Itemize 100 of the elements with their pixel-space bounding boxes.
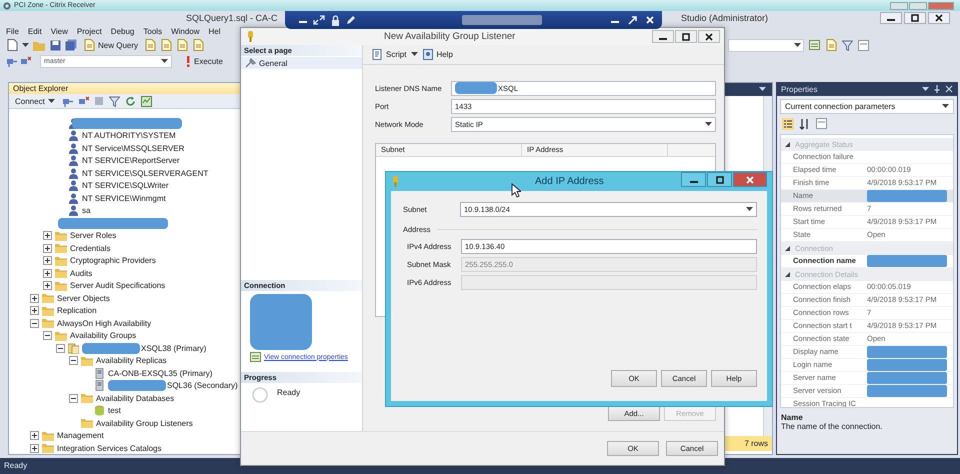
expand-icon[interactable] — [43, 281, 52, 290]
expand-icon[interactable] — [43, 231, 52, 240]
collapse-icon[interactable] — [69, 356, 78, 366]
dropdown-field[interactable] — [728, 38, 804, 52]
maximize-button[interactable] — [707, 172, 732, 187]
menu-item[interactable]: Hel — [208, 27, 221, 36]
pages-icon[interactable] — [816, 118, 827, 130]
dropdown-arrow-icon[interactable] — [22, 42, 29, 48]
app-icon — [3, 2, 11, 10]
save-all-icon[interactable] — [65, 39, 77, 51]
tree-item[interactable]: Availability Groups — [70, 331, 136, 340]
tree-item[interactable]: Server Objects — [57, 294, 110, 303]
tree-item[interactable]: Server Roles — [70, 231, 116, 240]
expand-icon[interactable] — [43, 244, 52, 253]
close-button[interactable] — [698, 30, 720, 43]
dropdown-arrow-icon[interactable] — [759, 87, 766, 92]
collapse-icon[interactable] — [56, 344, 65, 353]
save-icon[interactable] — [50, 40, 61, 50]
categorized-icon[interactable] — [782, 118, 794, 130]
tree-item[interactable]: test — [108, 406, 121, 416]
restore-icon[interactable] — [628, 16, 637, 24]
expand-icon[interactable] — [30, 444, 39, 453]
minimize-button[interactable] — [681, 172, 706, 187]
tree-item[interactable]: Management — [57, 431, 104, 440]
minimize-button[interactable] — [652, 30, 674, 43]
tree-item[interactable]: SQL36 (Secondary) — [167, 381, 238, 390]
menu-item[interactable]: Tools — [143, 27, 162, 36]
expand-icon[interactable] — [30, 431, 39, 440]
tree-item[interactable]: NT SERVICE\SQLWriter — [82, 181, 169, 190]
tree-item[interactable]: sa — [82, 206, 90, 216]
menu-item[interactable]: Project — [76, 27, 102, 36]
tree-item[interactable]: Integration Services Catalogs — [57, 444, 162, 453]
chart-icon[interactable] — [140, 96, 152, 106]
dropdown-arrow-icon[interactable] — [922, 86, 929, 92]
window-icon[interactable] — [858, 40, 869, 50]
page-item[interactable]: General — [241, 57, 362, 69]
document-icon[interactable] — [825, 39, 837, 51]
resize-icon[interactable] — [313, 15, 325, 25]
new-file-icon[interactable] — [6, 39, 18, 51]
document-icon[interactable] — [176, 39, 188, 51]
user-icon — [68, 180, 79, 192]
disconnect-icon[interactable] — [78, 96, 89, 106]
menu-item[interactable]: Edit — [28, 27, 42, 36]
lock-icon[interactable] — [331, 14, 340, 26]
maximize-button[interactable] — [675, 30, 697, 43]
close-button[interactable] — [928, 12, 950, 24]
expand-icon[interactable] — [43, 268, 52, 278]
new-query-button[interactable]: New Query — [81, 39, 140, 51]
help-button[interactable]: Help — [420, 49, 456, 60]
menu-item[interactable]: Window — [171, 27, 200, 36]
expand-icon[interactable] — [30, 294, 39, 303]
tree-item[interactable]: NT AUTHORITY\SYSTEM — [82, 131, 176, 140]
connect-button[interactable]: Connect — [13, 96, 57, 106]
pen-icon[interactable] — [346, 15, 356, 25]
tree-item[interactable]: Replication — [57, 306, 97, 316]
tree-item[interactable]: Cryptographic Providers — [70, 256, 156, 266]
tree-item[interactable]: NT SERVICE\SQLSERVERAGENT — [82, 168, 208, 178]
tree-item[interactable]: NT SERVICE\Winmgmt — [82, 194, 166, 203]
dropdown-arrow-icon[interactable] — [411, 52, 418, 57]
collapse-icon[interactable] — [43, 331, 52, 340]
dropdown-arrow-icon — [794, 42, 801, 48]
minimize-button[interactable] — [880, 12, 902, 24]
menu-item[interactable]: File — [6, 27, 19, 36]
dropdown-arrow-icon — [705, 122, 712, 126]
object-dropdown[interactable]: Current connection parameters — [780, 98, 954, 114]
document-icon[interactable] — [144, 39, 156, 51]
collapse-icon[interactable] — [784, 140, 791, 148]
collapse-icon[interactable] — [69, 394, 78, 403]
document-icon[interactable] — [160, 39, 172, 51]
execute-button[interactable]: Execute — [183, 56, 225, 66]
expand-icon[interactable] — [30, 306, 39, 316]
tree-item[interactable]: Availability Replicas — [96, 356, 167, 366]
tree-item[interactable]: Availability Group Listeners — [96, 418, 193, 428]
collapse-icon[interactable] — [784, 270, 791, 278]
tree-item[interactable]: Audits — [70, 268, 92, 278]
folder-icon — [81, 393, 93, 404]
expand-icon[interactable] — [43, 256, 52, 266]
tree-item[interactable]: Server Audit Specifications — [70, 281, 166, 290]
refresh-icon[interactable] — [124, 96, 136, 106]
close-icon[interactable] — [945, 85, 953, 94]
disconnect-icon[interactable] — [20, 56, 31, 66]
collapse-icon[interactable] — [30, 318, 39, 328]
folder-icon — [55, 243, 67, 254]
menu-item[interactable]: View — [50, 27, 68, 36]
tree-item[interactable]: Availability Databases — [96, 394, 174, 403]
document-icon[interactable] — [192, 39, 204, 51]
filter-icon[interactable] — [842, 40, 853, 50]
script-button[interactable]: Script — [369, 49, 410, 60]
collapse-icon[interactable] — [784, 244, 791, 252]
tree-item[interactable]: AlwaysOn High Availability — [57, 318, 152, 328]
tree-item[interactable]: CA-ONB-EXSQL35 (Primary) — [108, 368, 212, 378]
pin-icon[interactable] — [933, 85, 941, 94]
tree-item[interactable]: NT Service\MSSQLSERVER — [82, 144, 184, 153]
exclamation-icon — [185, 56, 191, 66]
maximize-button[interactable] — [904, 12, 926, 24]
tree-item[interactable]: XSQL38 (Primary) — [141, 344, 206, 353]
tree-item[interactable]: Credentials — [70, 244, 110, 253]
menu-item[interactable]: Debug — [110, 27, 134, 36]
tree-item[interactable]: NT SERVICE\ReportServer — [82, 156, 180, 166]
properties-icon[interactable] — [809, 40, 820, 50]
